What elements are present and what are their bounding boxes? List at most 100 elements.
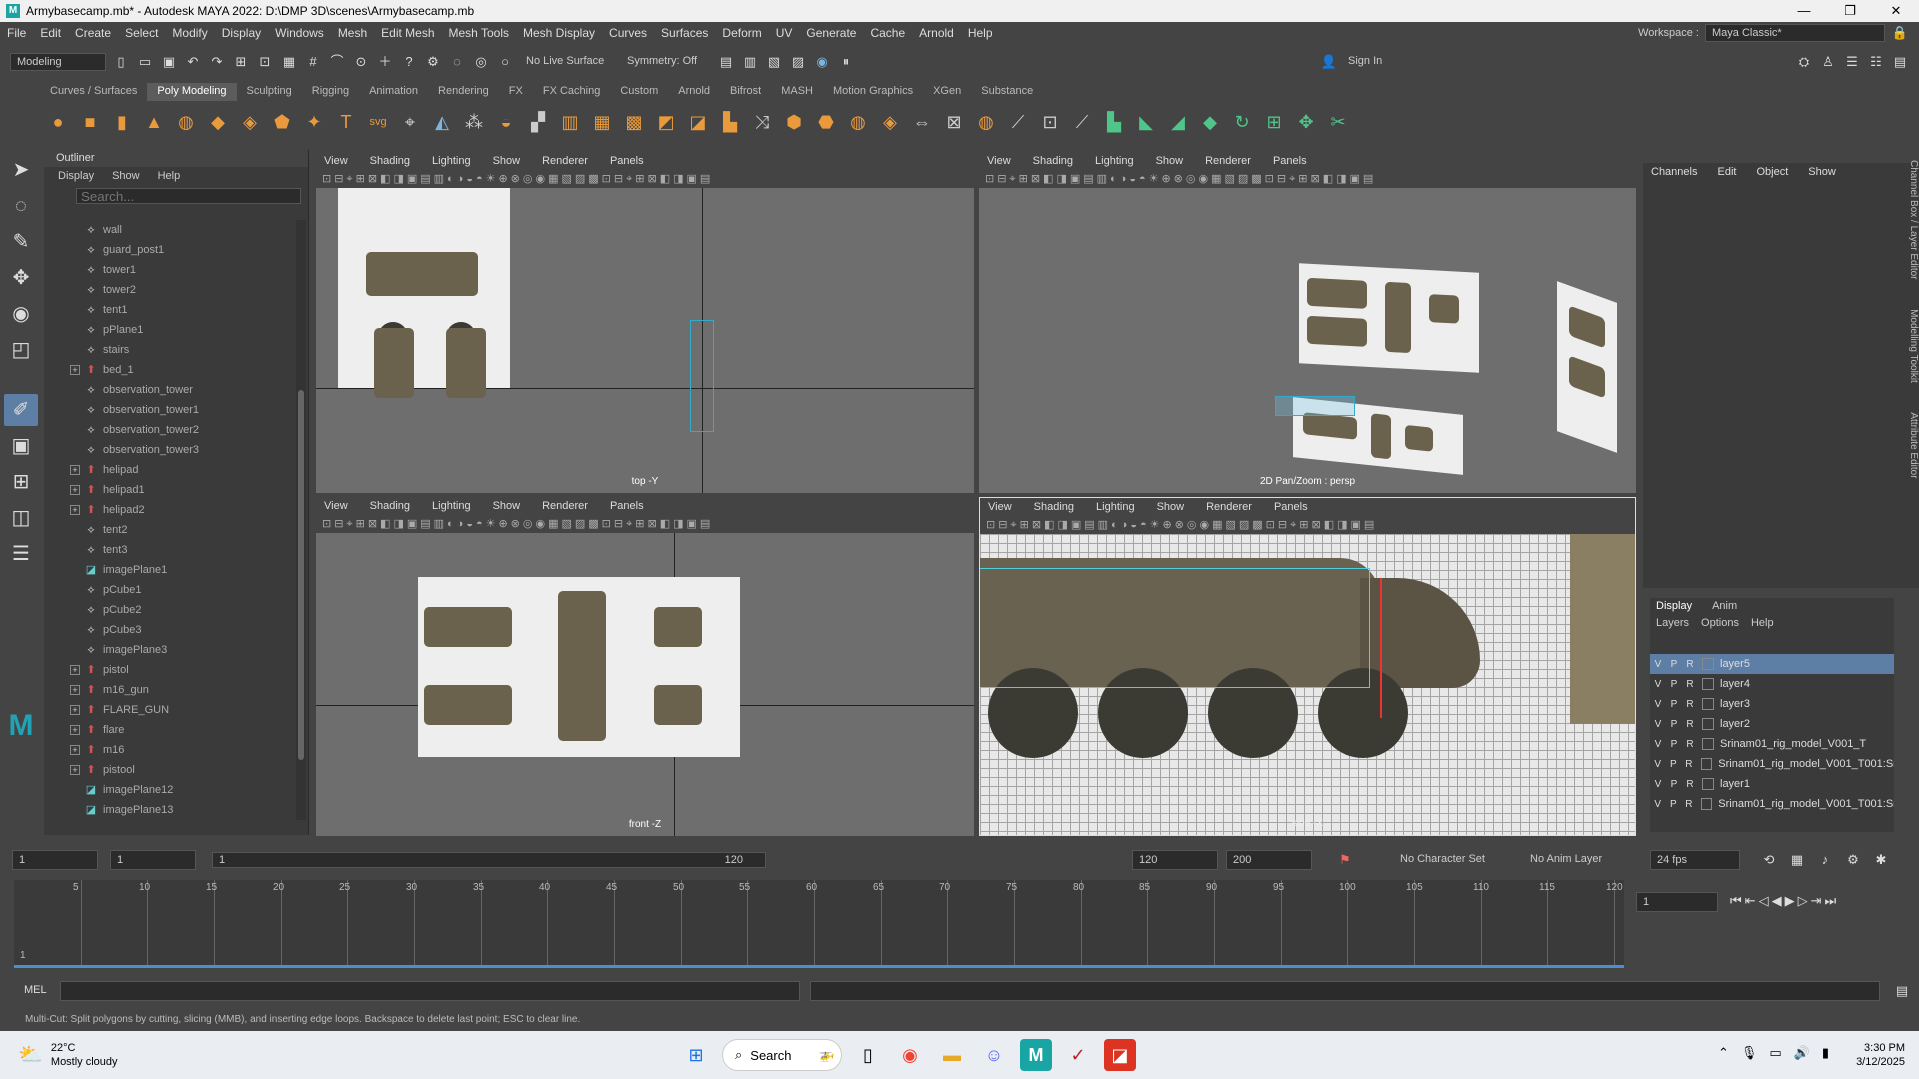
outliner-menu-display[interactable]: Display	[58, 167, 94, 185]
sign-in-area[interactable]: 👤 Sign In	[1320, 53, 1434, 71]
uv-editor-icon[interactable]: ▙	[1100, 108, 1128, 136]
outliner-item[interactable]: ⟡ pPlane1	[44, 320, 294, 340]
outliner-item[interactable]: ⟡ pCube3	[44, 620, 294, 640]
offset-edge-loop-icon[interactable]: ⊡	[1036, 108, 1064, 136]
render-settings-icon[interactable]: ▨	[789, 53, 807, 71]
menu-arnold[interactable]: Arnold	[912, 26, 961, 40]
merge-icon[interactable]: ⊠	[940, 108, 968, 136]
menu-uv[interactable]: UV	[769, 26, 800, 40]
image-plane-3[interactable]	[1557, 281, 1617, 453]
close-button[interactable]: ✕	[1873, 0, 1919, 22]
automatic-map-icon[interactable]: ↻	[1228, 108, 1256, 136]
outliner-menu-help[interactable]: Help	[158, 167, 181, 185]
viewport-top[interactable]: View Shading Lighting Show Renderer Pane…	[316, 152, 974, 493]
slide-edge-icon[interactable]: ⟋	[1068, 108, 1096, 136]
playback-toggle[interactable]: P	[1666, 699, 1682, 710]
poly-cube-icon[interactable]: ■	[76, 108, 104, 136]
vp-toolbar[interactable]: ⊡⊟⌖⊞⊠◧◨▣▤▥◐◑◒◓☀⊕⊗◎◉▦▧▨▩⊡⊟⌖⊞⊠◧◨▣▤	[316, 170, 974, 188]
poly-disc-icon[interactable]: ◈	[236, 108, 264, 136]
app-taskbar-icon[interactable]: ✓	[1062, 1039, 1094, 1071]
layer-menu-help[interactable]: Help	[1751, 615, 1774, 632]
character-set-dropdown[interactable]: No Character Set	[1400, 853, 1485, 865]
layer-color-swatch[interactable]	[1700, 798, 1713, 810]
layer-color-swatch[interactable]	[1702, 738, 1714, 750]
help-icon[interactable]: ?	[400, 53, 418, 71]
layer-row[interactable]: V P R Srinam01_rig_model_V001_T001:Sri	[1650, 754, 1894, 774]
layer-menu-options[interactable]: Options	[1701, 615, 1739, 632]
expand-icon[interactable]: +	[70, 765, 80, 775]
outliner-item[interactable]: + ⬆ pistool	[44, 760, 294, 780]
fill-hole-icon[interactable]: ▦	[588, 108, 616, 136]
shelf-tab-motion-graphics[interactable]: Motion Graphics	[823, 83, 923, 101]
vp-menu-renderer[interactable]: Renderer	[542, 497, 588, 515]
playback-toggle[interactable]: P	[1666, 739, 1682, 750]
move-tool-icon[interactable]: ✥	[4, 262, 38, 294]
maya-taskbar-icon[interactable]: M	[1020, 1039, 1052, 1071]
vp-menu-show[interactable]: Show	[493, 497, 521, 515]
menu-curves[interactable]: Curves	[602, 26, 654, 40]
live-surface-dropdown[interactable]: No Live Surface	[520, 53, 615, 71]
loop-icon[interactable]: ◎	[472, 53, 490, 71]
new-scene-icon[interactable]: ▯	[112, 53, 130, 71]
menu-display[interactable]: Display	[215, 26, 268, 40]
shelf-tab-xgen[interactable]: XGen	[923, 83, 971, 101]
vp-menu-show[interactable]: Show	[1156, 152, 1184, 170]
poke-icon[interactable]: ⬣	[812, 108, 840, 136]
layer-color-swatch[interactable]	[1700, 758, 1713, 770]
outliner-item[interactable]: ◪ imagePlane1	[44, 560, 294, 580]
vp-toolbar[interactable]: ⊡⊟⌖⊞⊠◧◨▣▤▥◐◑◒◓☀⊕⊗◎◉▦▧▨▩⊡⊟⌖⊞⊠◧◨▣▤	[316, 515, 974, 533]
layer-row[interactable]: V P Rlayer5	[1650, 654, 1894, 674]
poly-cone-icon[interactable]: ▲	[140, 108, 168, 136]
poly-cylinder-icon[interactable]: ▮	[108, 108, 136, 136]
file-explorer-icon[interactable]: ▬	[936, 1039, 968, 1071]
bevel-icon[interactable]: ◭	[428, 108, 456, 136]
menu-help[interactable]: Help	[961, 26, 1000, 40]
vp-menu-renderer[interactable]: Renderer	[1206, 498, 1252, 516]
task-view-icon[interactable]: ▯	[852, 1039, 884, 1071]
menu-mesh-tools[interactable]: Mesh Tools	[442, 26, 516, 40]
outliner-item[interactable]: + ⬆ FLARE_GUN	[44, 700, 294, 720]
expand-icon[interactable]: +	[70, 505, 80, 515]
volume-icon[interactable]: 🔊	[1794, 1045, 1810, 1061]
vp-menu-renderer[interactable]: Renderer	[1205, 152, 1251, 170]
layer-row[interactable]: V P Rlayer2	[1650, 714, 1894, 734]
redo-icon[interactable]: ↷	[208, 53, 226, 71]
script-editor-icon[interactable]: ▤	[1893, 982, 1911, 1000]
wedge-icon[interactable]: ◍	[844, 108, 872, 136]
vp-menu-panels[interactable]: Panels	[1274, 498, 1308, 516]
cylindrical-map-icon[interactable]: ◢	[1164, 108, 1192, 136]
vp-menu-lighting[interactable]: Lighting	[432, 152, 471, 170]
step-back-frame-icon[interactable]: ◁	[1759, 893, 1769, 909]
outliner-item[interactable]: ◪ imagePlane12	[44, 780, 294, 800]
modeling-toolkit-icon[interactable]: ⛭	[1795, 53, 1813, 71]
playback-toggle[interactable]: P	[1666, 679, 1682, 690]
playback-start-field[interactable]: 1	[110, 850, 196, 870]
lasso-icon[interactable]: ◌	[448, 53, 466, 71]
menu-modify[interactable]: Modify	[165, 26, 214, 40]
step-forward-key-icon[interactable]: ⇥	[1811, 893, 1822, 909]
menu-select[interactable]: Select	[118, 26, 165, 40]
weather-widget[interactable]: ⛅ 22°C Mostly cloudy	[18, 1041, 118, 1069]
menu-mesh[interactable]: Mesh	[331, 26, 374, 40]
reference-toggle[interactable]: R	[1682, 739, 1698, 750]
visibility-toggle[interactable]: V	[1650, 679, 1666, 690]
menu-create[interactable]: Create	[68, 26, 118, 40]
outliner-item[interactable]: ⟡ guard_post1	[44, 240, 294, 260]
layer-tab-display[interactable]: Display	[1656, 598, 1692, 615]
lock-icon[interactable]: 🔒	[1891, 24, 1909, 42]
select-hierarchy-icon[interactable]: ⊞	[232, 53, 250, 71]
visibility-toggle[interactable]: V	[1650, 699, 1666, 710]
expand-icon[interactable]: +	[70, 685, 80, 695]
spherical-map-icon[interactable]: ◆	[1196, 108, 1224, 136]
sign-in-button[interactable]: Sign In	[1342, 53, 1434, 71]
insert-edge-loop-icon[interactable]: ⟋	[1004, 108, 1032, 136]
vp-menu-shading[interactable]: Shading	[370, 152, 410, 170]
battery-icon[interactable]: ▮	[1822, 1045, 1829, 1061]
menu-edit-mesh[interactable]: Edit Mesh	[374, 26, 441, 40]
menu-windows[interactable]: Windows	[268, 26, 331, 40]
outliner-item[interactable]: ⟡ tent3	[44, 540, 294, 560]
chrome-icon[interactable]: ◉	[894, 1039, 926, 1071]
multi-cut-tool-icon[interactable]: ✐	[4, 394, 38, 426]
channel-box-icon[interactable]: ▤	[1891, 53, 1909, 71]
layer-menu-layers[interactable]: Layers	[1656, 615, 1689, 632]
